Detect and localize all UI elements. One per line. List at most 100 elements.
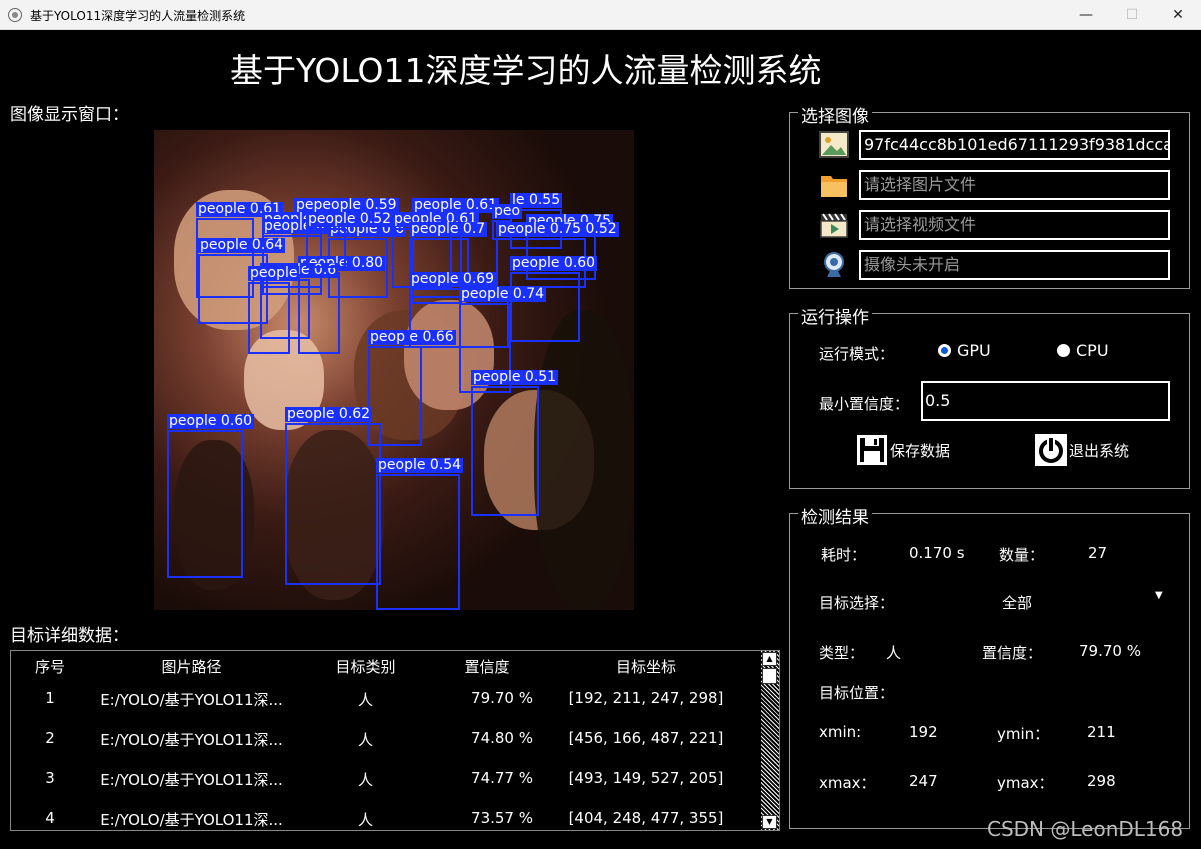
table-header: 序号 图片路径 目标类别 置信度 目标坐标 — [11, 651, 763, 679]
cell-confidence: 74.80 % — [471, 729, 533, 747]
detection-box — [376, 474, 460, 610]
cell-class: 人 — [357, 811, 373, 829]
col-header-confidence[interactable]: 置信度 — [437, 656, 537, 677]
scroll-up-icon[interactable]: ▲ — [762, 652, 777, 666]
exit-system-button[interactable]: 退出系统 — [1035, 434, 1129, 466]
camera-icon[interactable] — [819, 250, 849, 280]
table-row[interactable]: 1 E:/YOLO/基于YOLO11深... 人 79.70 % [192, 2… — [11, 679, 763, 719]
count-label: 数量： — [999, 546, 1045, 564]
cpu-label[interactable]: CPU — [1076, 341, 1109, 360]
detection-label: people 0.69 — [409, 271, 497, 287]
select-image-title: 选择图像 — [798, 102, 872, 127]
window-title: 基于YOLO11深度学习的人流量检测系统 — [30, 9, 246, 23]
confidence-value: 79.70 % — [1079, 642, 1141, 660]
cell-index: 3 — [45, 769, 55, 787]
xmin-value: 192 — [909, 723, 938, 741]
folder-icon[interactable] — [819, 170, 849, 200]
cell-path: E:/YOLO/基于YOLO11深... — [100, 731, 283, 749]
close-button[interactable]: ✕ — [1155, 0, 1201, 30]
save-icon — [857, 435, 887, 465]
app-icon — [8, 8, 22, 22]
detection-box — [510, 272, 580, 342]
cell-index: 4 — [45, 809, 55, 827]
maximize-button[interactable]: ☐ — [1109, 0, 1155, 30]
count-value: 27 — [1088, 544, 1108, 562]
detection-box — [306, 228, 346, 268]
detection-label: people 0.62 — [285, 406, 373, 422]
xmax-value: 247 — [909, 772, 938, 790]
table-scrollbar[interactable]: ▲ ▼ — [761, 651, 779, 830]
detection-label: peop e 0.66 — [368, 329, 456, 345]
detection-label: people 0.52 — [306, 211, 394, 227]
detection-box — [471, 386, 539, 516]
type-value: 人 — [886, 644, 902, 662]
cpu-radio[interactable] — [1057, 344, 1070, 357]
cell-confidence: 79.70 % — [471, 689, 533, 707]
table-row[interactable]: 4 E:/YOLO/基于YOLO11深... 人 73.57 % [404, 2… — [11, 799, 763, 839]
scroll-down-icon[interactable]: ▼ — [762, 815, 777, 829]
ymin-value: 211 — [1087, 723, 1116, 741]
results-group: 检测结果 耗时： 0.170 s 数量： 27 目标选择： 全部 ▼ 类型： 人… — [789, 503, 1190, 829]
target-select-dropdown[interactable]: 全部 ▼ — [940, 584, 1170, 616]
image-icon[interactable] — [819, 130, 849, 160]
cell-confidence: 74.77 % — [471, 769, 533, 787]
cell-index: 1 — [45, 689, 55, 707]
video-file-field[interactable]: 请选择视频文件 — [859, 210, 1170, 240]
detail-table[interactable]: 序号 图片路径 目标类别 置信度 目标坐标 1 E:/YOLO/基于YOLO11… — [10, 650, 780, 831]
cell-coords: [456, 166, 487, 221] — [568, 729, 724, 747]
image-blob — [534, 310, 634, 610]
detection-label: people 0.75 0.52 — [496, 221, 619, 237]
confidence-label: 置信度： — [982, 644, 1043, 662]
exit-system-label: 退出系统 — [1069, 441, 1130, 460]
run-ops-title: 运行操作 — [798, 303, 872, 328]
run-ops-group: 运行操作 运行模式： GPU CPU 最小置信度： 0.5 保存数据 退出系统 — [789, 303, 1190, 489]
table-row[interactable]: 3 E:/YOLO/基于YOLO11深... 人 74.77 % [493, 1… — [11, 759, 763, 799]
cell-index: 2 — [45, 729, 55, 747]
scroll-thumb[interactable] — [762, 668, 777, 684]
cell-class: 人 — [357, 771, 373, 789]
image-window-label: 图像显示窗口： — [10, 105, 129, 125]
min-conf-input[interactable]: 0.5 — [921, 381, 1170, 421]
video-icon[interactable] — [819, 210, 849, 240]
detail-data-label: 目标详细数据： — [10, 626, 129, 646]
image-folder-field[interactable]: 请选择图片文件 — [859, 170, 1170, 200]
power-icon — [1035, 434, 1067, 466]
ymin-label: ymin： — [997, 725, 1050, 743]
camera-field[interactable]: 摄像头未开启 — [859, 250, 1170, 280]
time-label: 耗时： — [821, 546, 867, 564]
cell-class: 人 — [357, 731, 373, 749]
detection-box — [167, 430, 243, 578]
save-data-label: 保存数据 — [890, 441, 951, 460]
gpu-radio[interactable] — [938, 344, 951, 357]
detection-label: people 0.60 — [510, 255, 598, 271]
cell-class: 人 — [357, 691, 373, 709]
cell-path: E:/YOLO/基于YOLO11深... — [100, 771, 283, 789]
detection-label: people 0.60 — [167, 413, 255, 429]
image-path-field[interactable]: 97fc44cc8b101ed67111293f9381dcca.jpg — [859, 130, 1170, 160]
min-conf-label: 最小置信度： — [819, 395, 910, 413]
detection-box — [248, 282, 290, 354]
ymax-value: 298 — [1087, 772, 1116, 790]
watermark: CSDN @LeonDL168 — [987, 817, 1184, 841]
run-mode-label: 运行模式： — [819, 345, 895, 363]
results-title: 检测结果 — [798, 503, 872, 528]
minimize-button[interactable]: — — [1063, 0, 1109, 30]
detection-label: people 0.51 — [471, 369, 559, 385]
table-row[interactable]: 2 E:/YOLO/基于YOLO11深... 人 74.80 % [456, 1… — [11, 719, 763, 759]
gpu-label[interactable]: GPU — [957, 341, 991, 360]
cell-path: E:/YOLO/基于YOLO11深... — [100, 811, 283, 829]
target-select-value: 全部 — [1002, 594, 1033, 612]
xmin-label: xmin: — [819, 723, 862, 741]
col-header-coords[interactable]: 目标坐标 — [533, 656, 759, 677]
col-header-path[interactable]: 图片路径 — [89, 656, 294, 677]
time-value: 0.170 s — [909, 544, 965, 562]
col-header-index[interactable]: 序号 — [11, 656, 89, 677]
select-image-group: 选择图像 97fc44cc8b101ed67111293f9381dcca.jp… — [789, 102, 1190, 289]
save-data-button[interactable]: 保存数据 — [856, 434, 950, 466]
window-titlebar: 基于YOLO11深度学习的人流量检测系统 — ☐ ✕ — [0, 0, 1201, 30]
col-header-class[interactable]: 目标类别 — [294, 656, 437, 677]
detection-label: people 0.54 — [376, 457, 464, 473]
xmax-label: xmax： — [819, 774, 876, 792]
cell-coords: [493, 149, 527, 205] — [568, 769, 724, 787]
target-select-label: 目标选择： — [819, 594, 895, 612]
